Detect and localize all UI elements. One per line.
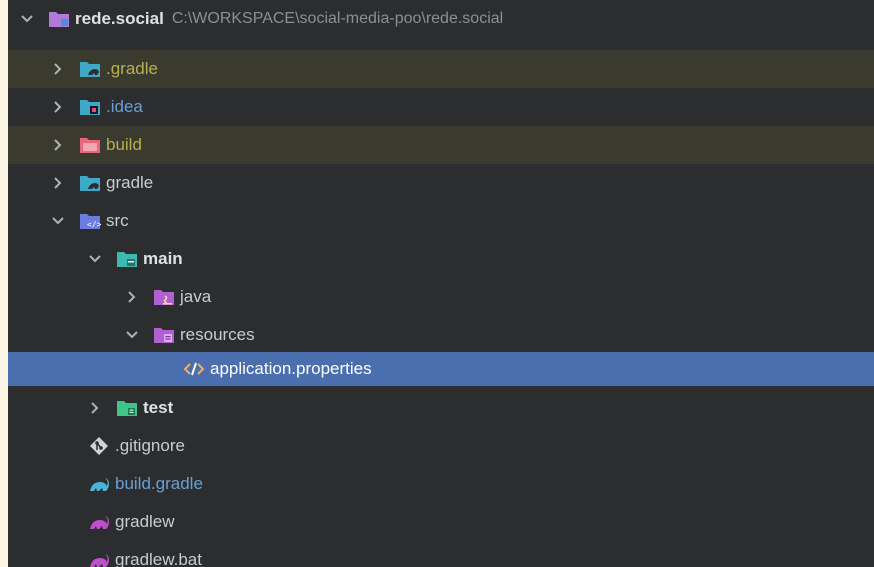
tree-row-root[interactable]: rede.social C:\WORKSPACE\social-media-po…	[8, 0, 874, 38]
chevron-down-icon[interactable]	[20, 12, 34, 26]
chevron-right-icon[interactable]	[51, 100, 65, 114]
tree-row-java[interactable]: java	[8, 278, 874, 316]
tree-row-gitignore[interactable]: .gitignore	[8, 427, 874, 465]
module-folder-icon	[116, 249, 138, 269]
tree-item-label: java	[180, 287, 212, 306]
tree-item-label: resources	[180, 325, 255, 344]
tree-row-gradlew[interactable]: gradlew	[8, 503, 874, 541]
tree-row-resources[interactable]: resources	[8, 316, 874, 354]
tree-item-label: test	[143, 398, 174, 417]
tree-item-label: src	[106, 211, 129, 230]
project-folder-icon	[48, 9, 70, 29]
idea-folder-icon	[79, 97, 101, 117]
tree-row-src[interactable]: </> src	[8, 202, 874, 240]
source-folder-icon: </>	[79, 211, 101, 231]
git-file-icon	[88, 436, 110, 456]
tree-item-label: main	[143, 249, 183, 268]
project-tree[interactable]: rede.social C:\WORKSPACE\social-media-po…	[8, 0, 874, 567]
tree-row-gradle[interactable]: gradle	[8, 164, 874, 202]
gradle-script-icon	[88, 550, 110, 567]
chevron-right-icon[interactable]	[51, 138, 65, 152]
tree-item-label: .gradle	[106, 59, 158, 78]
tree-item-label: gradlew.bat	[115, 550, 202, 567]
tree-row-main[interactable]: main	[8, 240, 874, 278]
tree-item-label: .gitignore	[115, 436, 185, 455]
chevron-right-icon[interactable]	[88, 401, 102, 415]
gradle-file-icon	[88, 474, 110, 494]
root-project-name: rede.social	[75, 9, 164, 28]
root-project-path: C:\WORKSPACE\social-media-poo\rede.socia…	[171, 10, 504, 27]
gradle-folder-icon	[79, 59, 101, 79]
tree-row-dot-gradle[interactable]: .gradle	[8, 50, 874, 88]
tree-row-gradlew-bat[interactable]: gradlew.bat	[8, 541, 874, 567]
tree-row-idea[interactable]: .idea	[8, 88, 874, 126]
tree-row-build[interactable]: build	[8, 126, 874, 164]
tree-item-label: build.gradle	[115, 474, 203, 493]
gradle-script-icon	[88, 512, 110, 532]
tree-item-label: gradle	[106, 173, 154, 192]
tree-item-label: .idea	[106, 97, 143, 116]
test-folder-icon	[116, 398, 138, 418]
chevron-down-icon[interactable]	[125, 328, 139, 342]
chevron-right-icon[interactable]	[51, 62, 65, 76]
svg-text:</>: </>	[87, 220, 101, 229]
tree-item-label: application.properties	[210, 359, 372, 378]
tree-row-build-gradle[interactable]: build.gradle	[8, 465, 874, 503]
gradle-folder-icon	[79, 173, 101, 193]
chevron-right-icon[interactable]	[125, 290, 139, 304]
chevron-down-icon[interactable]	[51, 214, 65, 228]
tree-item-label: build	[106, 135, 142, 154]
tree-row-application-properties[interactable]: application.properties	[8, 352, 874, 386]
tree-item-label: gradlew	[115, 512, 175, 531]
xml-file-icon	[183, 359, 205, 379]
java-source-folder-icon	[153, 287, 175, 307]
resources-folder-icon	[153, 325, 175, 345]
chevron-down-icon[interactable]	[88, 252, 102, 266]
chevron-right-icon[interactable]	[51, 176, 65, 190]
excluded-folder-icon	[79, 135, 101, 155]
tree-row-test[interactable]: test	[8, 389, 874, 427]
